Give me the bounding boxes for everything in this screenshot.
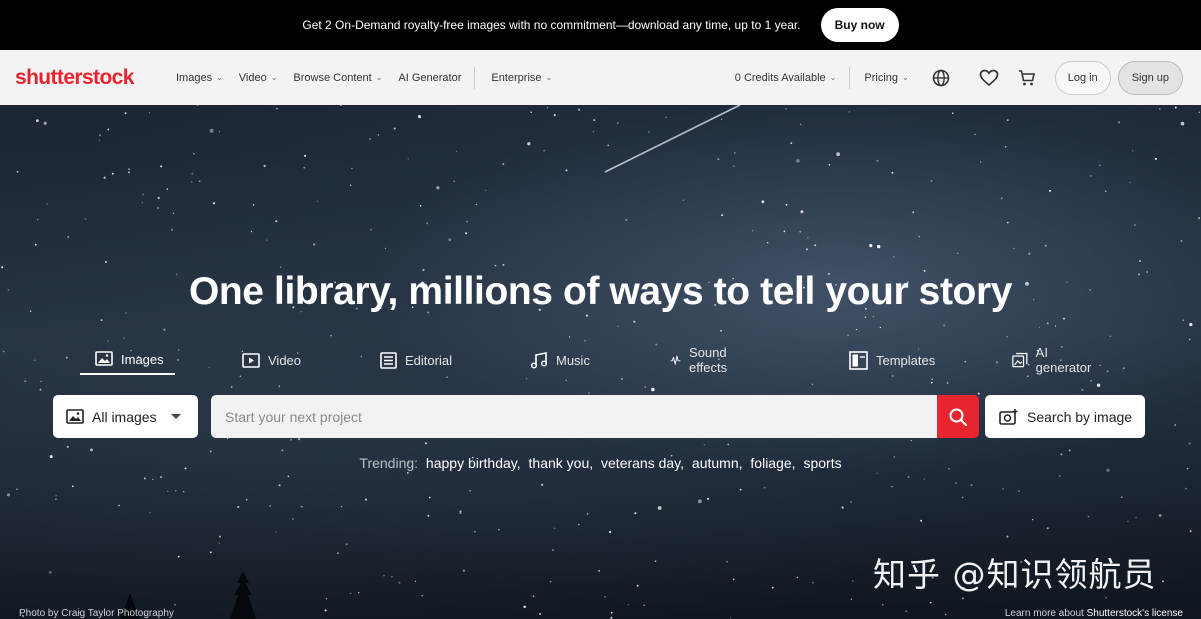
heart-icon[interactable] — [977, 66, 1001, 90]
tab-templates-label: Templates — [876, 352, 936, 368]
globe-icon[interactable] — [929, 66, 953, 90]
chevron-down-icon: ⌄ — [829, 73, 837, 82]
templates-icon — [849, 350, 868, 370]
image-icon — [66, 408, 84, 424]
trending-term[interactable]: happy birthday, — [426, 455, 521, 471]
nav-right: 0 Credits Available ⌄ Pricing ⌄ Log in Sig… — [719, 50, 1201, 105]
trending-searches: Trending: happy birthday, thank you, vet… — [0, 455, 1201, 471]
search-input[interactable] — [211, 395, 938, 438]
photo-credit-prefix: Photo by — [19, 608, 59, 619]
caret-down-icon — [171, 414, 181, 419]
search-icon — [949, 408, 967, 426]
chevron-down-icon: ⌄ — [545, 73, 553, 82]
tab-editorial-label: Editorial — [405, 352, 452, 368]
nav-enterprise-label: Enterprise — [491, 71, 542, 84]
nav-ai-generator[interactable]: AI Generator — [398, 72, 461, 84]
trending-term[interactable]: veterans day, — [601, 455, 684, 471]
tab-video[interactable]: Video — [242, 345, 301, 375]
chevron-down-icon: ⌄ — [270, 73, 278, 82]
photo-credit: Photo by Craig Taylor Photography — [19, 608, 174, 619]
license-note: Learn more about Shutterstock's license — [1005, 608, 1183, 619]
tab-templates[interactable]: Templates — [849, 345, 935, 375]
tab-ai-generator-label: AI generator — [1035, 345, 1092, 375]
waveform-icon — [670, 355, 681, 365]
chevron-down-icon: ⌄ — [216, 73, 223, 82]
promo-text: Get 2 On-Demand royalty-free images with… — [302, 18, 801, 32]
tab-music-label: Music — [556, 352, 590, 368]
cart-icon[interactable] — [1015, 66, 1039, 90]
tab-music[interactable]: Music — [530, 345, 590, 375]
trending-term[interactable]: sports — [803, 455, 841, 471]
search-button[interactable] — [937, 395, 979, 438]
search-bar: All images Search by image — [0, 395, 1201, 439]
tab-sound-effects[interactable]: Sound effects — [670, 345, 735, 375]
nav-ai-generator-label: AI Generator — [398, 71, 462, 84]
search-by-image-label: Search by image — [1027, 408, 1133, 425]
hero-headline: One library, millions of ways to tell yo… — [188, 270, 1013, 313]
nav-browse-content[interactable]: Browse Content ⌄ — [293, 72, 382, 84]
top-nav: shutterstock Images ⌄ Video ⌄ Browse Conte… — [0, 50, 1201, 105]
photographer-link[interactable]: Craig Taylor Photography — [61, 608, 174, 619]
video-icon — [242, 352, 260, 368]
nav-enterprise[interactable]: Enterprise ⌄ — [491, 72, 552, 84]
tab-video-label: Video — [268, 352, 302, 368]
tab-images-label: Images — [121, 351, 164, 367]
music-icon — [530, 351, 548, 369]
nav-video-label: Video — [238, 71, 267, 84]
nav-divider — [474, 66, 476, 89]
promo-banner: Get 2 On-Demand royalty-free images with… — [0, 0, 1201, 50]
nav-browse-content-label: Browse Content — [293, 71, 372, 84]
trending-term[interactable]: autumn, — [692, 455, 743, 471]
watermark: 知乎 @知识领航员 — [873, 555, 1157, 594]
camera-search-icon — [999, 408, 1018, 425]
credits-label: 0 Credits Available — [734, 71, 826, 84]
nav-images-label: Images — [176, 71, 213, 84]
sign-up-button[interactable]: Sign up — [1117, 60, 1183, 95]
credits-dropdown[interactable]: 0 Credits Available ⌄ — [735, 72, 837, 84]
chevron-down-icon: ⌄ — [375, 73, 383, 82]
media-type-label: All images — [92, 408, 157, 425]
license-prefix: Learn more about — [1004, 608, 1084, 619]
tab-editorial[interactable]: Editorial — [380, 345, 452, 375]
nav-divider — [849, 66, 851, 89]
license-link[interactable]: Shutterstock's license — [1087, 608, 1183, 619]
ai-generator-icon — [1012, 352, 1028, 367]
tab-ai-generator[interactable]: AI generator — [1012, 345, 1095, 375]
hero-section: One library, millions of ways to tell yo… — [0, 105, 1201, 619]
editorial-icon — [380, 351, 397, 369]
pricing-dropdown[interactable]: Pricing ⌄ — [864, 72, 908, 84]
shutterstock-logo[interactable]: shutterstock — [15, 66, 160, 90]
trending-term[interactable]: thank you, — [529, 455, 594, 471]
trending-term[interactable]: foliage, — [750, 455, 795, 471]
tab-images[interactable]: Images — [80, 345, 175, 375]
trending-label: Trending: — [359, 455, 419, 471]
image-icon — [95, 351, 113, 366]
search-by-image-button[interactable]: Search by image — [985, 395, 1145, 438]
pricing-label: Pricing — [864, 71, 898, 84]
buy-now-button[interactable]: Buy now — [820, 8, 899, 42]
tab-sound-effects-label: Sound effects — [689, 345, 728, 375]
log-in-button[interactable]: Log in — [1054, 60, 1111, 95]
nav-images[interactable]: Images ⌄ — [176, 72, 223, 84]
nav-video[interactable]: Video ⌄ — [239, 72, 278, 84]
media-type-select[interactable]: All images — [53, 395, 198, 438]
chevron-down-icon: ⌄ — [902, 73, 909, 82]
